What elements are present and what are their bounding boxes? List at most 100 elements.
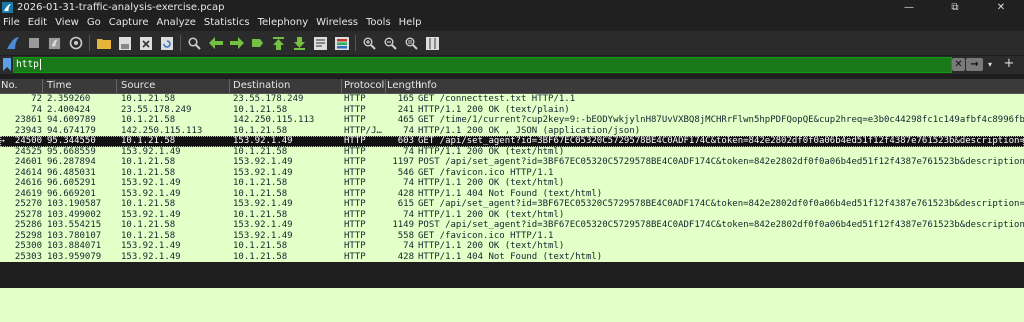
packet-row[interactable]: 72 2.359260 10.1.21.58 23.55.178.249 HTTP 165… bbox=[0, 94, 1024, 105]
cell-length: 465 bbox=[397, 115, 414, 125]
cell-destination: 142.250.115.113 bbox=[233, 115, 315, 125]
filter-history-dropdown[interactable]: ▾ bbox=[985, 58, 995, 71]
packet-row[interactable]: 25270 103.190587 10.1.21.58 153.92.1.49 HTTP… bbox=[0, 199, 1024, 210]
clear-filter-button[interactable]: ✕ bbox=[952, 58, 965, 71]
first-packet-icon[interactable] bbox=[271, 35, 287, 51]
menu-edit[interactable]: Edit bbox=[24, 15, 51, 31]
display-filter-input[interactable]: http bbox=[13, 57, 952, 73]
cell-destination: 153.92.1.49 bbox=[233, 220, 293, 230]
back-arrow-icon[interactable] bbox=[208, 35, 224, 51]
menu-tools[interactable]: Tools bbox=[362, 15, 395, 31]
display-filter-bar: http ✕ → ▾ + bbox=[0, 56, 1024, 74]
packet-row[interactable]: 23861 94.609789 10.1.21.58 142.250.115.113 H… bbox=[0, 115, 1024, 126]
colorize-icon[interactable] bbox=[334, 35, 350, 51]
packet-row[interactable]: 74 2.400424 23.55.178.249 10.1.21.58 HTTP 241… bbox=[0, 104, 1024, 115]
cell-info: HTTP/1.1 200 OK (text/html) bbox=[418, 178, 565, 188]
packet-row[interactable]: 25300 103.884071 153.92.1.49 10.1.21.58 HTTP… bbox=[0, 241, 1024, 252]
packet-row[interactable]: 24614 96.485031 10.1.21.58 153.92.1.49 HTTP 5… bbox=[0, 167, 1024, 178]
zoom-out-icon[interactable] bbox=[383, 35, 399, 51]
cell-info: GET /api/set_agent?id=3BF67EC05320C57295… bbox=[418, 199, 1024, 209]
cell-source: 153.92.1.49 bbox=[121, 209, 181, 220]
close-file-icon[interactable] bbox=[138, 35, 154, 51]
menu-capture[interactable]: Capture bbox=[105, 15, 153, 31]
packet-row[interactable]: 25286 103.554215 10.1.21.58 153.92.1.49 HTTP… bbox=[0, 220, 1024, 231]
cell-source: 10.1.21.58 bbox=[121, 220, 176, 230]
last-packet-icon[interactable] bbox=[292, 35, 308, 51]
go-to-packet-icon[interactable] bbox=[250, 35, 266, 51]
column-header-source[interactable]: Source bbox=[121, 79, 155, 93]
bookmark-icon[interactable] bbox=[2, 58, 12, 71]
reload-icon[interactable] bbox=[159, 35, 175, 51]
column-header-info[interactable]: Info bbox=[418, 79, 437, 93]
menu-statistics[interactable]: Statistics bbox=[200, 15, 254, 31]
forward-arrow-icon[interactable] bbox=[229, 35, 245, 51]
cell-protocol: HTTP bbox=[344, 251, 366, 262]
cell-no: 24619 bbox=[14, 188, 42, 199]
find-icon[interactable] bbox=[187, 35, 203, 51]
menu-wireless[interactable]: Wireless bbox=[312, 15, 362, 31]
column-header-no[interactable]: No. bbox=[1, 79, 18, 93]
column-divider[interactable] bbox=[385, 79, 386, 93]
save-icon[interactable] bbox=[117, 35, 133, 51]
menu-file[interactable]: File bbox=[0, 15, 24, 31]
packet-row[interactable]: 24619 96.669201 153.92.1.49 10.1.21.58 HTTP 4… bbox=[0, 188, 1024, 199]
capture-options-icon[interactable] bbox=[68, 35, 84, 51]
resize-columns-icon[interactable] bbox=[425, 35, 441, 51]
packet-row[interactable]: 25303 103.959079 153.92.1.49 10.1.21.58 HTTP… bbox=[0, 251, 1024, 262]
cell-length: 1149 bbox=[392, 220, 414, 230]
cell-no: 23943 bbox=[14, 125, 42, 136]
column-header-length[interactable]: Length bbox=[387, 79, 422, 93]
open-folder-icon[interactable] bbox=[96, 35, 112, 51]
zoom-in-icon[interactable] bbox=[362, 35, 378, 51]
packet-row[interactable]: 24616 96.605291 153.92.1.49 10.1.21.58 HTTP 7… bbox=[0, 178, 1024, 189]
cell-protocol: HTTP bbox=[344, 115, 366, 125]
packet-row[interactable]: 23943 94.674179 142.250.115.113 10.1.21.58 H… bbox=[0, 125, 1024, 136]
menu-telephony[interactable]: Telephony bbox=[254, 15, 313, 31]
cell-destination: 153.92.1.49 bbox=[233, 167, 293, 178]
cell-protocol: HTTP bbox=[344, 230, 366, 241]
packet-row[interactable]: 25298 103.780107 10.1.21.58 153.92.1.49 HTTP… bbox=[0, 230, 1024, 241]
shark-fin-start-icon[interactable] bbox=[5, 35, 21, 51]
normal-size-icon[interactable] bbox=[404, 35, 420, 51]
cell-destination: 10.1.21.58 bbox=[233, 188, 288, 199]
column-header-protocol[interactable]: Protocol bbox=[344, 79, 384, 93]
cell-source: 10.1.21.58 bbox=[121, 115, 176, 125]
restart-icon[interactable] bbox=[47, 35, 63, 51]
cell-protocol: HTTP bbox=[344, 94, 366, 104]
packet-row[interactable]: 25278 103.499002 153.92.1.49 10.1.21.58 HTTP… bbox=[0, 209, 1024, 220]
cell-length: 428 bbox=[397, 188, 414, 199]
minimize-button[interactable]: — bbox=[886, 0, 932, 15]
stop-icon[interactable] bbox=[26, 35, 42, 51]
cell-no: 24601 bbox=[14, 157, 42, 167]
close-button[interactable]: ✕ bbox=[978, 0, 1024, 15]
column-divider[interactable] bbox=[229, 79, 230, 93]
cell-source: 23.55.178.249 bbox=[121, 104, 192, 115]
cell-info: HTTP/1.1 404 Not Found (text/html) bbox=[418, 188, 603, 199]
column-divider[interactable] bbox=[42, 79, 43, 93]
cell-destination: 10.1.21.58 bbox=[233, 146, 288, 157]
menu-analyze[interactable]: Analyze bbox=[152, 15, 199, 31]
packet-row[interactable]: 24525 95.668559 153.92.1.49 10.1.21.58 HTTP 7… bbox=[0, 146, 1024, 157]
cell-destination: 153.92.1.49 bbox=[233, 136, 293, 146]
cell-no: 24616 bbox=[14, 178, 42, 188]
menu-view[interactable]: View bbox=[51, 15, 83, 31]
maximize-button[interactable]: ⧉ bbox=[932, 0, 978, 15]
cell-destination: 23.55.178.249 bbox=[233, 94, 304, 104]
column-header-destination[interactable]: Destination bbox=[233, 79, 290, 93]
autoscroll-icon[interactable] bbox=[313, 35, 329, 51]
column-divider[interactable] bbox=[341, 79, 342, 93]
cell-source: 153.92.1.49 bbox=[121, 188, 181, 199]
apply-filter-button[interactable]: → bbox=[966, 58, 983, 71]
menu-go[interactable]: Go bbox=[83, 15, 105, 31]
column-divider[interactable] bbox=[116, 79, 117, 93]
cell-length: 74 bbox=[403, 125, 414, 136]
packet-row-selected[interactable]: → 24500 95.344550 10.1.21.58 153.92.1.49 HTTP… bbox=[0, 136, 1024, 147]
packet-row[interactable]: 24601 96.287894 10.1.21.58 153.92.1.49 HTTP 1… bbox=[0, 157, 1024, 168]
cell-source: 153.92.1.49 bbox=[121, 146, 181, 157]
cell-length: 74 bbox=[403, 209, 414, 220]
add-filter-button[interactable]: + bbox=[1002, 57, 1016, 71]
menu-help[interactable]: Help bbox=[395, 15, 426, 31]
cell-length: 241 bbox=[397, 104, 414, 115]
cell-length: 603 bbox=[397, 136, 414, 146]
column-header-time[interactable]: Time bbox=[47, 79, 71, 93]
